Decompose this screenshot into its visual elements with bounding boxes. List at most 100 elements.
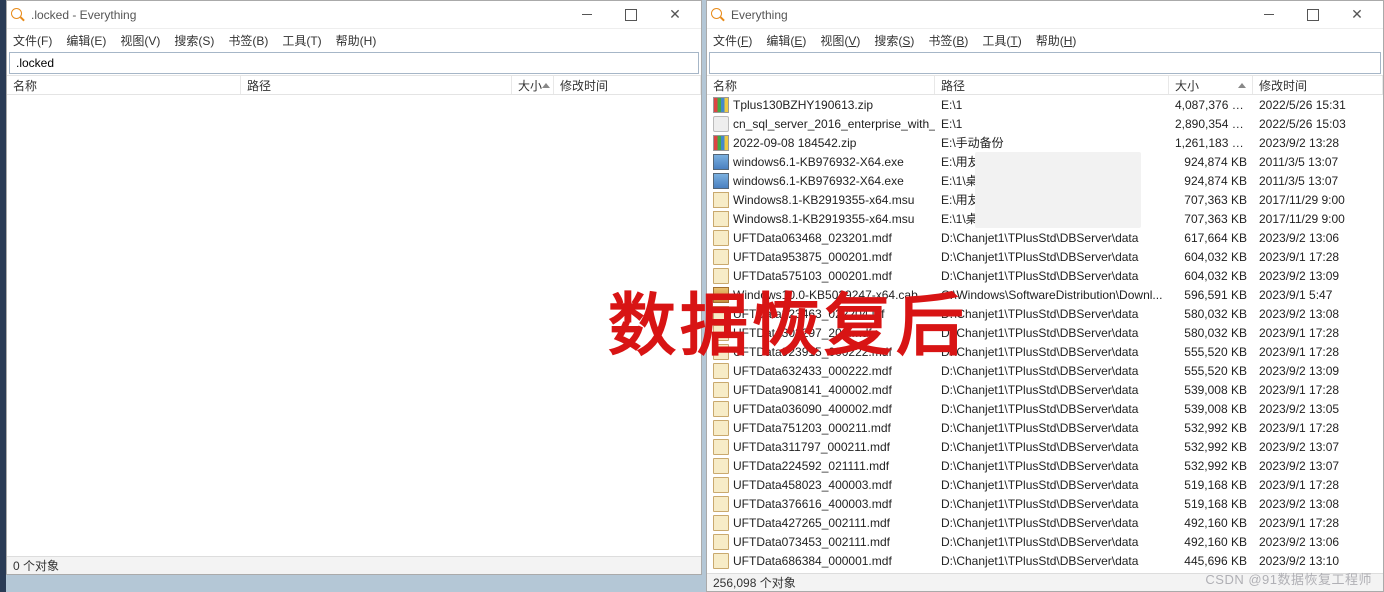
table-row[interactable]: UFTData427265_002111.mdfD:\Chanjet1\TPlu… (707, 513, 1383, 532)
file-modified: 2011/3/5 13:07 (1253, 155, 1365, 169)
file-path: D:\Chanjet1\TPlusStd\DBServer\data (935, 383, 1169, 397)
window-everything: Everything ✕ 文件(F) 编辑(E) 视图(V) 搜索(S) 书签(… (706, 0, 1384, 592)
table-row[interactable]: UFTData953875_000201.mdfD:\Chanjet1\TPlu… (707, 247, 1383, 266)
table-row[interactable]: UFTData751203_000211.mdfD:\Chanjet1\TPlu… (707, 418, 1383, 437)
file-icon (713, 192, 729, 208)
file-icon (713, 154, 729, 170)
file-size: 1,261,183 KB (1169, 136, 1253, 150)
table-row[interactable]: UFTData073453_002111.mdfD:\Chanjet1\TPlu… (707, 532, 1383, 551)
file-modified: 2023/9/2 13:05 (1253, 402, 1365, 416)
file-size: 596,591 KB (1169, 288, 1253, 302)
file-icon (713, 116, 729, 132)
file-icon (713, 363, 729, 379)
file-modified: 2023/9/2 13:28 (1253, 136, 1365, 150)
table-row[interactable]: UFTData923915_000222.mdfD:\Chanjet1\TPlu… (707, 342, 1383, 361)
minimize-button[interactable] (1247, 1, 1291, 29)
file-path: D:\Chanjet1\TPlusStd\DBServer\data (935, 345, 1169, 359)
redaction-patch (975, 152, 1141, 228)
col-path[interactable]: 路径 (935, 76, 1169, 94)
file-modified: 2023/9/2 13:06 (1253, 231, 1365, 245)
file-size: 445,696 KB (1169, 554, 1253, 568)
menu-file[interactable]: 文件(F) (713, 32, 752, 49)
file-name: windows6.1-KB976932-X64.exe (733, 174, 904, 188)
file-name: UFTData575103_000201.mdf (733, 269, 892, 283)
file-size: 492,160 KB (1169, 516, 1253, 530)
file-icon (713, 420, 729, 436)
menu-view[interactable]: 视图(V) (820, 32, 860, 49)
minimize-button[interactable] (565, 1, 609, 29)
close-button[interactable]: ✕ (1335, 1, 1379, 29)
window-title: .locked - Everything (31, 8, 565, 22)
menu-help[interactable]: 帮助(H) (1036, 32, 1077, 49)
menu-bookmarks[interactable]: 书签(B) (228, 32, 268, 49)
table-row[interactable]: cn_sql_server_2016_enterprise_with_se...… (707, 114, 1383, 133)
file-icon (713, 344, 729, 360)
searchbar[interactable] (9, 52, 699, 74)
menu-file[interactable]: 文件(F) (13, 32, 52, 49)
file-icon (713, 173, 729, 189)
table-row[interactable]: 2022-09-08 184542.zipE:\手动备份1,261,183 KB… (707, 133, 1383, 152)
col-path[interactable]: 路径 (241, 76, 512, 94)
table-row[interactable]: UFTData224592_021111.mdfD:\Chanjet1\TPlu… (707, 456, 1383, 475)
menu-edit[interactable]: 编辑(E) (66, 32, 106, 49)
table-row[interactable]: UFTData376616_400003.mdfD:\Chanjet1\TPlu… (707, 494, 1383, 513)
file-size: 707,363 KB (1169, 212, 1253, 226)
file-size: 539,008 KB (1169, 383, 1253, 397)
col-modified[interactable]: 修改时间 (554, 76, 701, 94)
file-path: E:\手动备份 (935, 134, 1169, 151)
file-icon (713, 287, 729, 303)
file-size: 532,992 KB (1169, 421, 1253, 435)
file-name: UFTData458023_400003.mdf (733, 478, 892, 492)
menu-tools[interactable]: 工具(T) (282, 32, 321, 49)
file-icon (713, 135, 729, 151)
search-input[interactable] (714, 55, 1376, 71)
table-row[interactable]: UFTData632433_000222.mdfD:\Chanjet1\TPlu… (707, 361, 1383, 380)
file-modified: 2023/9/2 13:06 (1253, 535, 1365, 549)
file-modified: 2023/9/1 17:28 (1253, 478, 1365, 492)
table-row[interactable]: UFTData575103_000201.mdfD:\Chanjet1\TPlu… (707, 266, 1383, 285)
file-icon (713, 477, 729, 493)
col-name[interactable]: 名称 (7, 76, 241, 94)
table-row[interactable]: UFTData036090_400002.mdfD:\Chanjet1\TPlu… (707, 399, 1383, 418)
status-text: 256,098 个对象 (713, 574, 796, 591)
table-row[interactable]: UFTData908141_400002.mdfD:\Chanjet1\TPlu… (707, 380, 1383, 399)
col-size[interactable]: 大小 (512, 76, 554, 94)
file-modified: 2023/9/1 17:28 (1253, 383, 1365, 397)
searchbar[interactable] (709, 52, 1381, 74)
table-row[interactable]: UFTData686384_000001.mdfD:\Chanjet1\TPlu… (707, 551, 1383, 570)
table-row[interactable]: Windows10.0-KB5029247-x64.cab C:\Windows\… (707, 285, 1383, 304)
menu-edit[interactable]: 编辑(E) (766, 32, 806, 49)
file-modified: 2017/11/29 9:00 (1253, 193, 1365, 207)
file-name: UFTData302297_201.mdf (733, 326, 872, 340)
table-row[interactable]: UFTData311797_000211.mdfD:\Chanjet1\TPlu… (707, 437, 1383, 456)
file-modified: 2022/5/26 15:31 (1253, 98, 1365, 112)
menu-view[interactable]: 视图(V) (120, 32, 160, 49)
file-icon (713, 496, 729, 512)
menu-help[interactable]: 帮助(H) (336, 32, 377, 49)
file-icon (713, 515, 729, 531)
file-name: Windows10.0-KB5029247-x64.cab (733, 288, 918, 302)
col-name[interactable]: 名称 (707, 76, 935, 94)
table-row[interactable]: UFTData302297_201.mdfD:\Chanjet1\TPlusSt… (707, 323, 1383, 342)
table-row[interactable]: UFTData063468_023201.mdfD:\Chanjet1\TPlu… (707, 228, 1383, 247)
table-row[interactable]: Tplus130BZHY190613.zipE:\14,087,376 KB20… (707, 95, 1383, 114)
file-size: 532,992 KB (1169, 440, 1253, 454)
column-headers: 名称 路径 大小 修改时间 (707, 75, 1383, 95)
menu-search[interactable]: 搜索(S) (174, 32, 214, 49)
table-row[interactable]: UFTData458023_400003.mdfD:\Chanjet1\TPlu… (707, 475, 1383, 494)
titlebar[interactable]: .locked - Everything ✕ (7, 1, 701, 29)
file-modified: 2023/9/1 5:47 (1253, 288, 1365, 302)
col-size[interactable]: 大小 (1169, 76, 1253, 94)
menu-bookmarks[interactable]: 书签(B) (928, 32, 968, 49)
menu-search[interactable]: 搜索(S) (874, 32, 914, 49)
maximize-button[interactable] (1291, 1, 1335, 29)
file-icon (713, 211, 729, 227)
search-input[interactable] (14, 55, 694, 71)
menu-tools[interactable]: 工具(T) (982, 32, 1021, 49)
titlebar[interactable]: Everything ✕ (707, 1, 1383, 29)
file-path: C:\Windows\SoftwareDistribution\Downl... (935, 288, 1169, 302)
table-row[interactable]: UFTData223463_022204.ldfD:\Chanjet1\TPlu… (707, 304, 1383, 323)
col-modified[interactable]: 修改时间 (1253, 76, 1383, 94)
maximize-button[interactable] (609, 1, 653, 29)
close-button[interactable]: ✕ (653, 1, 697, 29)
